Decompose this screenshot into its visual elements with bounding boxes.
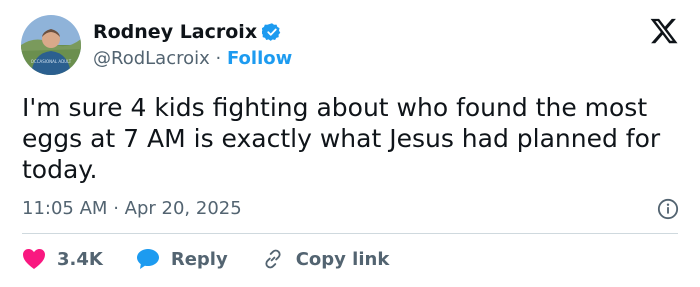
tweet-date: Apr 20, 2025 [124, 198, 242, 219]
like-button[interactable]: 3.4K [22, 248, 103, 270]
speech-bubble-icon [136, 249, 159, 269]
copy-link-button[interactable]: Copy link [261, 248, 390, 270]
verified-badge-icon [261, 22, 282, 42]
tweet-text: I'm sure 4 kids fighting about who found… [22, 93, 661, 184]
copy-link-label: Copy link [295, 248, 390, 270]
reply-button[interactable]: Reply [136, 248, 228, 270]
follow-button[interactable]: Follow [227, 48, 292, 69]
avatar-shirt-text: OCCASIONAL ADULT [31, 59, 72, 64]
handle-separator: · [215, 48, 222, 69]
tweet-timestamp[interactable]: 11:05 AM · Apr 20, 2025 [22, 198, 242, 219]
like-count: 3.4K [57, 248, 103, 270]
link-icon [265, 249, 281, 269]
author-handle[interactable]: @RodLacroix [93, 48, 210, 69]
heart-icon [23, 249, 45, 269]
author-name-row: Rodney Lacroix [93, 21, 282, 43]
reply-label: Reply [170, 248, 228, 270]
avatar[interactable]: OCCASIONAL ADULT [21, 15, 81, 75]
info-icon[interactable] [657, 198, 679, 220]
author-name[interactable]: Rodney Lacroix [93, 21, 257, 43]
x-logo-icon[interactable] [649, 16, 679, 46]
action-bar: 3.4K Reply Copy link [22, 248, 422, 270]
divider [22, 233, 678, 234]
tweet-time: 11:05 AM [22, 198, 108, 219]
meta-separator: · [113, 198, 119, 219]
author-handle-row: @RodLacroix · Follow [93, 48, 292, 69]
